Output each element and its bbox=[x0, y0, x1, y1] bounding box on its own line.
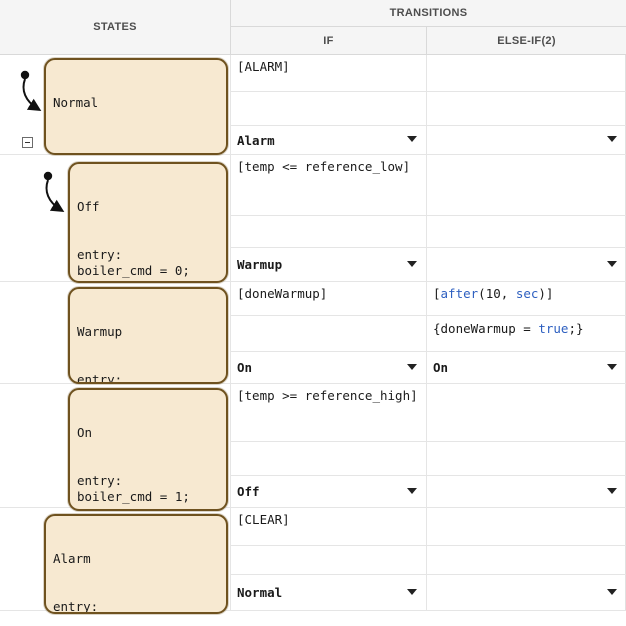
if-action-cell[interactable] bbox=[231, 546, 426, 575]
if-action-cell[interactable] bbox=[231, 92, 426, 126]
if-column-header: IF bbox=[231, 27, 427, 55]
destination-label: Alarm bbox=[237, 133, 275, 148]
default-transition-arrow-icon[interactable] bbox=[37, 169, 71, 215]
table-row: Warmup entry:boiler_cmd = 2; [doneWarmup… bbox=[0, 282, 626, 384]
states-header-label: STATES bbox=[93, 21, 137, 33]
if-condition-cell[interactable]: [CLEAR] bbox=[231, 508, 426, 546]
elseif-cell bbox=[427, 508, 626, 611]
state-body: entry:boiler_cmd = 0;doneWarmup = false; bbox=[77, 247, 219, 283]
elseif-cell: [after(10, sec)] {doneWarmup = true;} On bbox=[427, 282, 626, 384]
elseif-destination-cell[interactable]: On bbox=[427, 352, 626, 384]
if-cell: [temp <= reference_low] Warmup bbox=[231, 155, 427, 282]
if-destination-cell[interactable]: On bbox=[231, 352, 426, 384]
states-header: STATES bbox=[0, 0, 231, 55]
elseif-action-cell[interactable]: {doneWarmup = true;} bbox=[427, 316, 626, 352]
state-body: entry:boiler_cmd = 1; bbox=[77, 473, 219, 505]
if-cell: [doneWarmup] On bbox=[231, 282, 427, 384]
dropdown-icon[interactable] bbox=[407, 136, 417, 142]
if-cell: [temp >= reference_high] Off bbox=[231, 384, 427, 508]
states-cell-on: On entry:boiler_cmd = 1; bbox=[0, 384, 231, 508]
elseif-condition-cell[interactable] bbox=[427, 384, 626, 442]
destination-label: On bbox=[237, 360, 252, 375]
transitions-header: TRANSITIONS bbox=[231, 0, 626, 27]
dropdown-icon[interactable] bbox=[607, 136, 617, 142]
elseif-action-cell[interactable] bbox=[427, 216, 626, 248]
dropdown-icon[interactable] bbox=[607, 488, 617, 494]
destination-label: Off bbox=[237, 484, 260, 499]
elseif-cell bbox=[427, 55, 626, 155]
state-box-warmup[interactable]: Warmup entry:boiler_cmd = 2; bbox=[68, 287, 228, 384]
elseif-destination-cell[interactable] bbox=[427, 575, 626, 611]
if-action-cell[interactable] bbox=[231, 442, 426, 476]
if-destination-cell[interactable]: Warmup bbox=[231, 248, 426, 282]
state-body: entry:boiler_cmd = 0; bbox=[53, 599, 219, 614]
table-row: Alarm entry:boiler_cmd = 0; [CLEAR] Norm… bbox=[0, 508, 626, 611]
if-condition-cell[interactable]: [doneWarmup] bbox=[231, 282, 426, 316]
elseif-destination-cell[interactable] bbox=[427, 126, 626, 155]
destination-label: Normal bbox=[237, 585, 282, 600]
if-condition-cell[interactable]: [temp <= reference_low] bbox=[231, 155, 426, 216]
dropdown-icon[interactable] bbox=[407, 589, 417, 595]
if-destination-cell[interactable]: Alarm bbox=[231, 126, 426, 155]
state-name: Warmup bbox=[77, 324, 219, 340]
state-body: entry:boiler_cmd = 2; bbox=[77, 372, 219, 384]
transitions-header-label: TRANSITIONS bbox=[390, 7, 468, 19]
dropdown-icon[interactable] bbox=[407, 364, 417, 370]
if-destination-cell[interactable]: Normal bbox=[231, 575, 426, 611]
states-cell-normal: Normal bbox=[0, 55, 231, 155]
dropdown-icon[interactable] bbox=[407, 488, 417, 494]
destination-label: Warmup bbox=[237, 257, 282, 272]
state-box-on[interactable]: On entry:boiler_cmd = 1; bbox=[68, 388, 228, 511]
table-row: Off entry:boiler_cmd = 0;doneWarmup = fa… bbox=[0, 155, 626, 282]
elseif-destination-cell[interactable] bbox=[427, 248, 626, 282]
if-condition-cell[interactable]: [temp >= reference_high] bbox=[231, 384, 426, 442]
minus-glyph bbox=[25, 142, 30, 143]
elseif-action-cell[interactable] bbox=[427, 442, 626, 476]
elseif-action-cell[interactable] bbox=[427, 546, 626, 575]
table-row: On entry:boiler_cmd = 1; [temp >= refere… bbox=[0, 384, 626, 508]
state-name: On bbox=[77, 425, 219, 441]
state-name: Normal bbox=[53, 95, 219, 111]
state-box-normal[interactable]: Normal bbox=[44, 58, 228, 155]
table-row: Normal [ALARM] Alarm bbox=[0, 55, 626, 155]
state-name: Off bbox=[77, 199, 219, 215]
elseif-condition-cell[interactable]: [after(10, sec)] bbox=[427, 282, 626, 316]
dropdown-icon[interactable] bbox=[407, 261, 417, 267]
states-cell-alarm: Alarm entry:boiler_cmd = 0; bbox=[0, 508, 231, 611]
elseif-cell bbox=[427, 155, 626, 282]
dropdown-icon[interactable] bbox=[607, 589, 617, 595]
elseif-action-cell[interactable] bbox=[427, 92, 626, 126]
if-action-cell[interactable] bbox=[231, 216, 426, 248]
elseif-header-label: ELSE-IF(2) bbox=[497, 35, 556, 47]
if-action-cell[interactable] bbox=[231, 316, 426, 352]
elseif-condition-cell[interactable] bbox=[427, 155, 626, 216]
state-name: Alarm bbox=[53, 551, 219, 567]
if-header-label: IF bbox=[323, 35, 333, 47]
if-destination-cell[interactable]: Off bbox=[231, 476, 426, 508]
if-cell: [CLEAR] Normal bbox=[231, 508, 427, 611]
elseif-column-header: ELSE-IF(2) bbox=[427, 27, 626, 55]
elseif-condition-cell[interactable] bbox=[427, 508, 626, 546]
dropdown-icon[interactable] bbox=[607, 261, 617, 267]
if-cell: [ALARM] Alarm bbox=[231, 55, 427, 155]
collapse-icon[interactable] bbox=[22, 137, 33, 148]
state-box-off[interactable]: Off entry:boiler_cmd = 0;doneWarmup = fa… bbox=[68, 162, 228, 283]
default-transition-arrow-icon[interactable] bbox=[13, 68, 47, 114]
table-body: Normal [ALARM] Alarm bbox=[0, 55, 626, 626]
if-condition-cell[interactable]: [ALARM] bbox=[231, 55, 426, 92]
destination-label: On bbox=[433, 360, 448, 375]
elseif-condition-cell[interactable] bbox=[427, 55, 626, 92]
states-cell-warmup: Warmup entry:boiler_cmd = 2; bbox=[0, 282, 231, 384]
state-box-alarm[interactable]: Alarm entry:boiler_cmd = 0; bbox=[44, 514, 228, 614]
state-transition-table: STATES TRANSITIONS IF ELSE-IF(2) bbox=[0, 0, 626, 626]
elseif-destination-cell[interactable] bbox=[427, 476, 626, 508]
dropdown-icon[interactable] bbox=[607, 364, 617, 370]
elseif-cell bbox=[427, 384, 626, 508]
states-cell-off: Off entry:boiler_cmd = 0;doneWarmup = fa… bbox=[0, 155, 231, 282]
